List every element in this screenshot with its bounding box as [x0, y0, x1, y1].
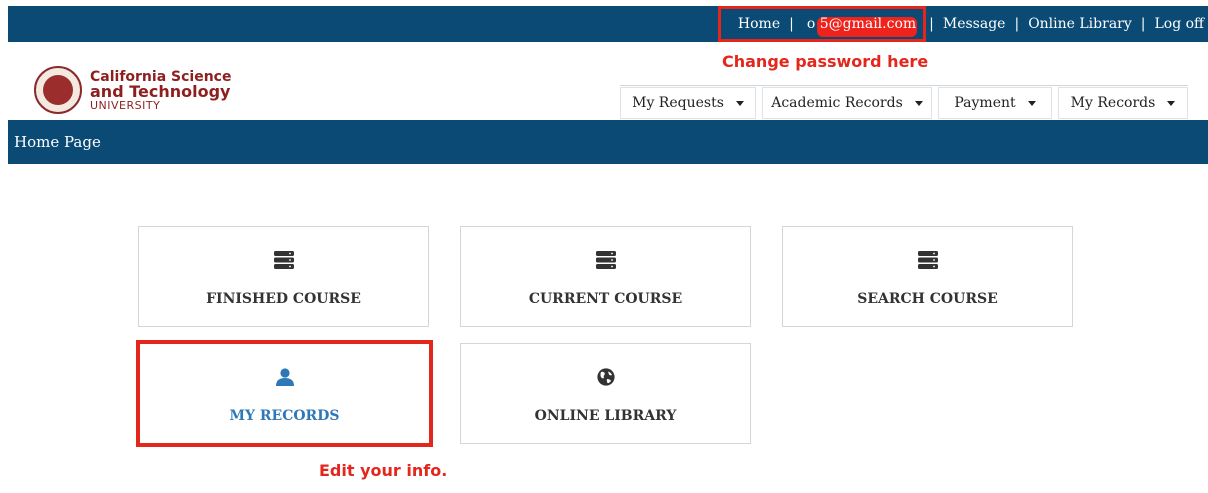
menu-my-records[interactable]: My Records — [1058, 87, 1188, 119]
search-course-tile[interactable]: SEARCH COURSE — [782, 226, 1073, 327]
menu-label: Academic Records — [771, 95, 903, 111]
current-course-tile[interactable]: CURRENT COURSE — [460, 226, 751, 327]
my-records-highlight — [136, 340, 433, 447]
server-icon — [595, 251, 616, 269]
online-library-link[interactable]: Online Library — [1028, 16, 1132, 32]
top-bar: Home | o 5@gmail.com | Message | Online … — [8, 6, 1208, 42]
edit-info-annotation: Edit your info. — [319, 461, 448, 480]
tile-label: SEARCH COURSE — [857, 291, 998, 307]
site-header: California Science and Technology UNIVER… — [8, 42, 1208, 120]
menu-label: My Records — [1070, 95, 1156, 111]
university-logo[interactable]: California Science and Technology UNIVER… — [34, 66, 231, 114]
change-password-annotation: Change password here — [722, 52, 929, 71]
tile-label: ONLINE LIBRARY — [534, 408, 677, 424]
tile-label: CURRENT COURSE — [528, 291, 683, 307]
finished-course-tile[interactable]: FINISHED COURSE — [138, 226, 429, 327]
server-icon — [273, 251, 294, 269]
logo-line-2: and Technology — [90, 81, 231, 101]
logoff-link[interactable]: Log off — [1154, 16, 1204, 32]
main-menu: My Requests Academic Records Payment My … — [620, 87, 1188, 119]
nav-separator: | — [1140, 16, 1146, 32]
chevron-down-icon — [1027, 100, 1036, 106]
menu-my-requests[interactable]: My Requests — [620, 87, 756, 119]
university-seal-icon — [34, 66, 82, 114]
logo-line-3: UNIVERSITY — [90, 98, 161, 112]
menu-academic-records[interactable]: Academic Records — [762, 87, 932, 119]
nav-separator: | — [929, 16, 934, 32]
chevron-down-icon — [914, 100, 923, 106]
chevron-down-icon — [1167, 100, 1176, 106]
menu-label: Payment — [954, 95, 1016, 111]
tile-label: FINISHED COURSE — [206, 291, 361, 307]
logo-wordmark: California Science and Technology UNIVER… — [90, 70, 231, 111]
online-library-tile[interactable]: ONLINE LIBRARY — [460, 343, 751, 444]
menu-payment[interactable]: Payment — [938, 87, 1052, 119]
page-title-bar: Home Page — [8, 120, 1208, 164]
chevron-down-icon — [735, 100, 744, 106]
page-frame: Home | o 5@gmail.com | Message | Online … — [8, 6, 1208, 493]
nav-separator: | — [1014, 16, 1020, 32]
page-title: Home Page — [14, 133, 101, 151]
menu-divider — [620, 85, 1188, 86]
message-link[interactable]: Message — [943, 16, 1006, 32]
server-icon — [917, 251, 938, 269]
menu-label: My Requests — [632, 95, 724, 111]
globe-icon — [596, 368, 615, 386]
change-password-highlight — [718, 6, 926, 42]
